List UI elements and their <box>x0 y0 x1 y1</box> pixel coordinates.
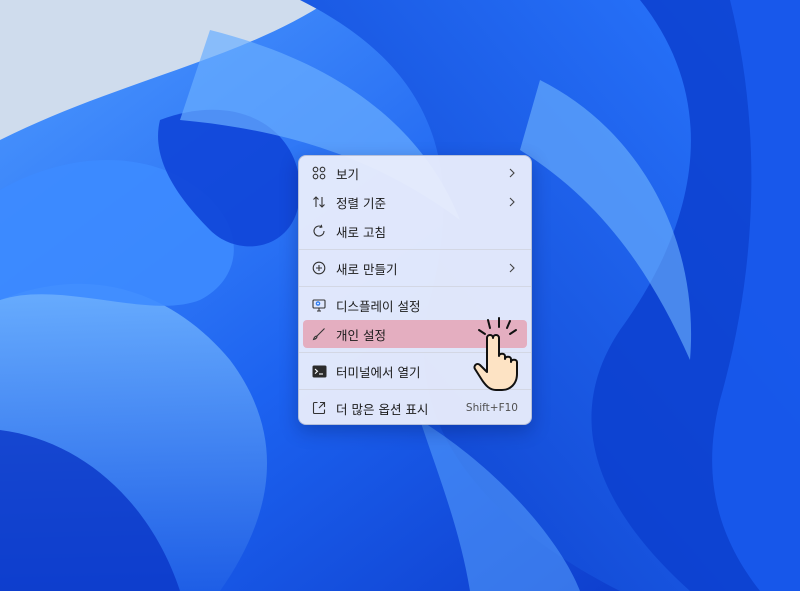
menu-item-show-more-options[interactable]: 더 많은 옵션 표시 Shift+F10 <box>303 394 527 422</box>
refresh-icon <box>311 223 327 239</box>
menu-item-label: 디스플레이 설정 <box>336 298 421 314</box>
grid-view-icon <box>311 165 327 181</box>
menu-item-label: 보기 <box>336 166 360 182</box>
menu-separator <box>299 286 531 287</box>
expand-icon <box>311 400 327 416</box>
menu-item-view[interactable]: 보기 <box>303 159 527 187</box>
chevron-right-icon <box>507 197 517 207</box>
menu-item-refresh[interactable]: 새로 고침 <box>303 217 527 245</box>
menu-item-label: 새로 고침 <box>336 224 386 240</box>
pointing-hand-cursor-icon <box>473 317 518 391</box>
terminal-icon <box>311 363 327 379</box>
menu-item-display-settings[interactable]: 디스플레이 설정 <box>303 291 527 319</box>
brush-icon <box>311 326 327 342</box>
monitor-settings-icon <box>311 297 327 313</box>
plus-circle-icon <box>311 260 327 276</box>
sort-arrows-icon <box>311 194 327 210</box>
menu-item-label: 정렬 기준 <box>336 195 386 211</box>
chevron-right-icon <box>507 263 517 273</box>
menu-item-sort-by[interactable]: 정렬 기준 <box>303 188 527 216</box>
keyboard-shortcut: Shift+F10 <box>465 402 518 414</box>
menu-item-label: 새로 만들기 <box>336 261 398 277</box>
chevron-right-icon <box>507 168 517 178</box>
menu-item-label: 더 많은 옵션 표시 <box>336 401 429 417</box>
menu-separator <box>299 249 531 250</box>
menu-item-new[interactable]: 새로 만들기 <box>303 254 527 282</box>
